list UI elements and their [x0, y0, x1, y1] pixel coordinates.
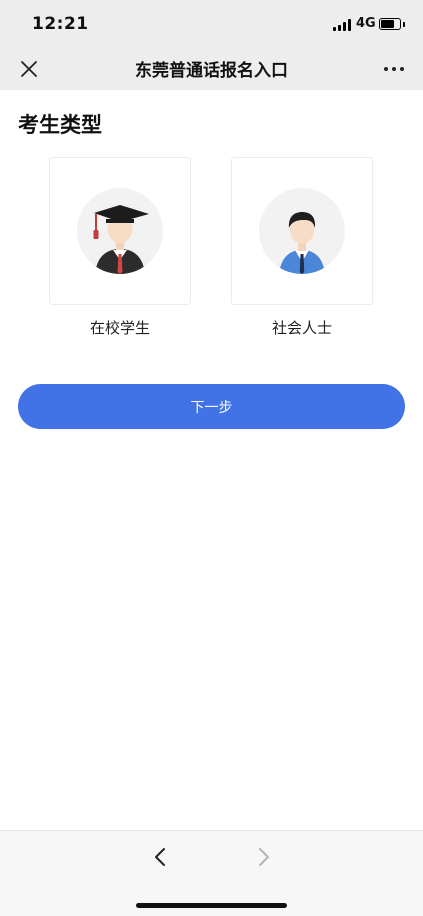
more-icon[interactable] [378, 54, 410, 84]
signal-icon [333, 19, 353, 31]
network-type: 4G [356, 16, 376, 31]
next-button[interactable]: 下一步 [18, 384, 405, 429]
close-icon[interactable] [14, 54, 44, 84]
candidate-type-adult-label[interactable]: 社会人士 [231, 317, 373, 338]
home-indicator [136, 903, 287, 908]
section-title: 考生类型 [18, 113, 102, 137]
top-area: 12:21 4G 东莞普通话报名入口 [0, 0, 423, 90]
browser-toolbar [0, 830, 423, 916]
candidate-type-student-label[interactable]: 在校学生 [49, 317, 191, 338]
candidate-type-adult-card[interactable] [231, 157, 373, 305]
status-bar: 12:21 4G [0, 0, 423, 48]
chevron-right-icon[interactable] [252, 845, 276, 869]
battery-icon [379, 18, 401, 30]
chevron-left-icon[interactable] [148, 845, 172, 869]
candidate-type-student-card[interactable] [49, 157, 191, 305]
status-time: 12:21 [32, 14, 89, 34]
nav-bar: 东莞普通话报名入口 [0, 48, 423, 90]
page-title: 东莞普通话报名入口 [135, 61, 288, 81]
professional-avatar-icon [259, 188, 345, 274]
battery-tip [403, 22, 405, 27]
graduate-avatar-icon [77, 188, 163, 274]
